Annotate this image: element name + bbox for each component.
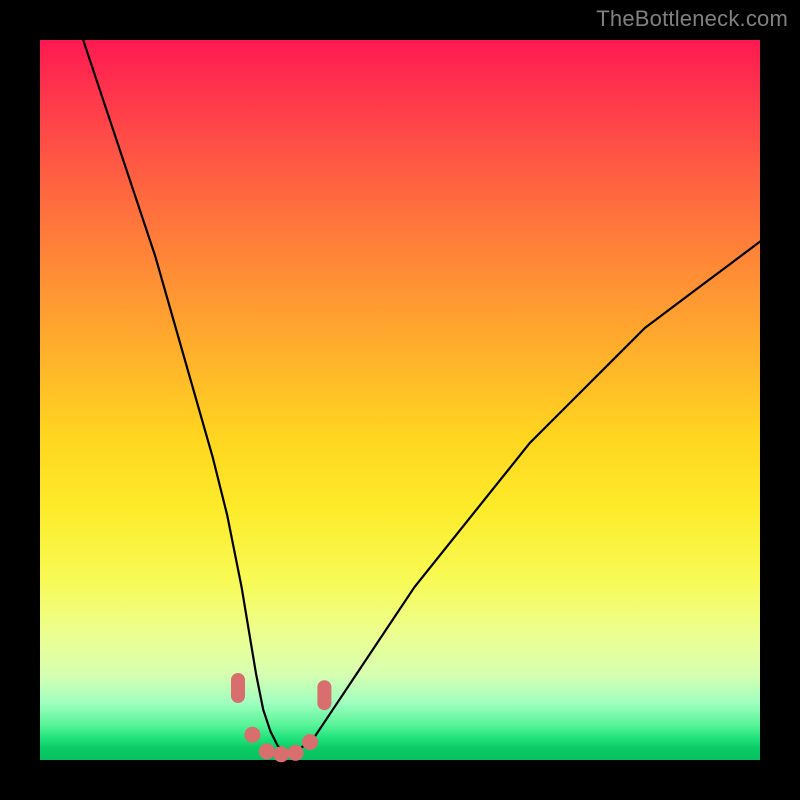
trough-markers	[231, 673, 331, 762]
marker-capsule	[231, 673, 245, 703]
bottleneck-curve	[83, 40, 760, 753]
curve-svg	[40, 40, 760, 760]
marker-dot	[273, 746, 289, 762]
watermark-text: TheBottleneck.com	[596, 6, 788, 32]
marker-capsule	[317, 680, 331, 710]
chart-stage: TheBottleneck.com	[0, 0, 800, 800]
plot-area	[40, 40, 760, 760]
marker-dot	[259, 743, 275, 759]
marker-dot	[302, 734, 318, 750]
marker-dot	[288, 745, 304, 761]
marker-dot	[244, 727, 260, 743]
